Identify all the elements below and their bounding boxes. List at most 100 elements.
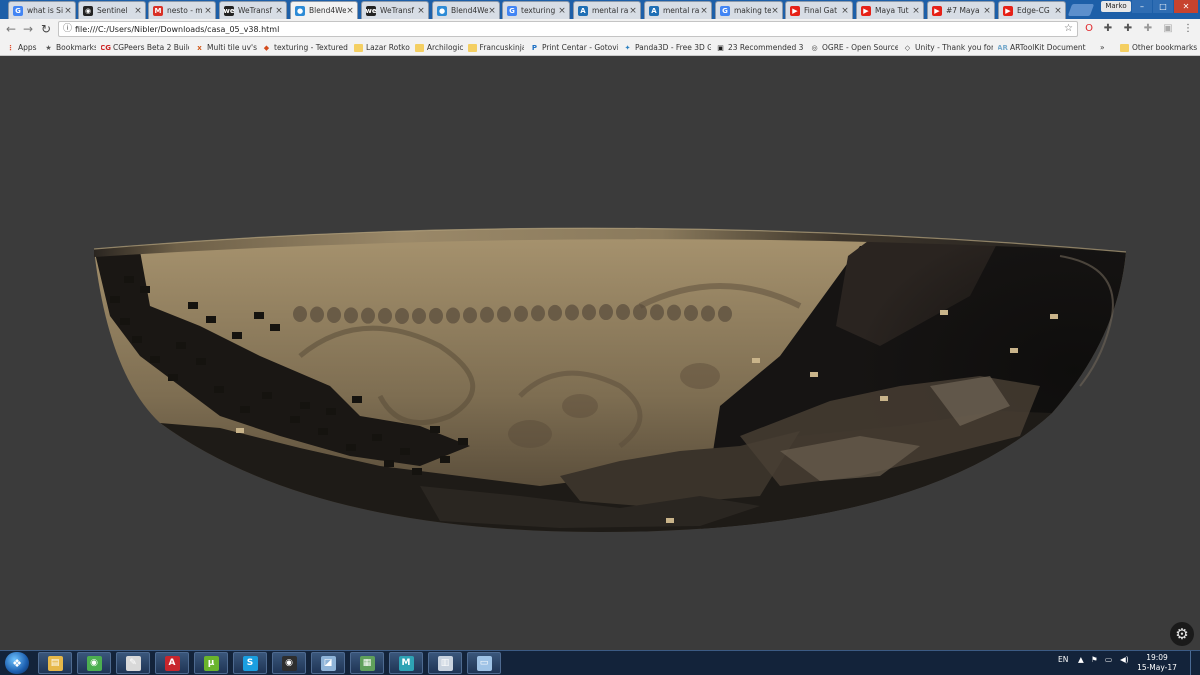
opera-extension-button[interactable]: O — [1083, 23, 1095, 35]
bookmark-2[interactable]: ★ Bookmarks — [44, 41, 96, 54]
bookmark-14[interactable]: AR ARToolKit Document — [998, 41, 1088, 54]
wetransfer-icon: we — [365, 5, 377, 16]
viewer-settings-button[interactable]: ⚙ — [1170, 622, 1194, 646]
taskbar-app-7[interactable]: ◉ — [272, 652, 306, 674]
maximize-button[interactable]: □ — [1153, 0, 1173, 13]
image-viewer-icon: ▦ — [359, 655, 375, 671]
extension-button-3[interactable]: ✚ — [1142, 23, 1154, 35]
tab-15[interactable]: ▶ Edge-CG × — [998, 1, 1066, 19]
bookmark-1[interactable]: ⋮ Apps — [6, 41, 40, 54]
new-tab-button[interactable] — [1067, 4, 1095, 16]
folder-icon — [468, 43, 477, 52]
network-icon[interactable]: ▭ — [1105, 655, 1112, 664]
close-tab-icon[interactable]: × — [771, 6, 779, 15]
close-tab-icon[interactable]: × — [417, 6, 425, 15]
close-tab-icon[interactable]: × — [275, 6, 283, 15]
tab-8[interactable]: Gtexturing × — [502, 1, 570, 19]
tab-14[interactable]: ▶ #7 Maya × — [927, 1, 995, 19]
system-clock[interactable]: 19:09 15-May-17 — [1136, 653, 1178, 673]
taskbar-app-6[interactable]: S — [233, 652, 267, 674]
bookmark-7[interactable]: Archilogic — [415, 41, 463, 54]
texture-dot — [650, 304, 664, 321]
tab-10[interactable]: Amental ra × — [644, 1, 712, 19]
extension-button-1[interactable]: ✚ — [1102, 23, 1114, 35]
bookmark-3[interactable]: CG CGPeers Beta 2 Build — [101, 41, 189, 54]
taskbar-app-5[interactable]: µ — [194, 652, 228, 674]
bookmark-label: Bookmarks — [56, 43, 96, 52]
address-bar[interactable]: ⓘ ☆ — [58, 21, 1078, 37]
bookmark-12[interactable]: ◎ OGRE - Open Source — [810, 41, 898, 54]
tab-13[interactable]: ▶ Maya Tut × — [856, 1, 924, 19]
tab-1[interactable]: Gwhat is Si × — [8, 1, 76, 19]
texture-dot — [565, 304, 579, 321]
taskbar-app-2[interactable]: ◉ — [77, 652, 111, 674]
close-tab-icon[interactable]: × — [558, 6, 566, 15]
close-tab-icon[interactable]: × — [346, 6, 354, 15]
taskbar-app-1[interactable]: ▤ — [38, 652, 72, 674]
taskbar-app-9[interactable]: ▦ — [350, 652, 384, 674]
bookmark-10[interactable]: ✦ Panda3D - Free 3D G — [623, 41, 711, 54]
tab-12[interactable]: ▶ Final Gat × — [785, 1, 853, 19]
star-icon[interactable]: ☆ — [1064, 23, 1073, 34]
close-tab-icon[interactable]: × — [488, 6, 496, 15]
minimize-button[interactable]: – — [1132, 0, 1152, 13]
tab-2[interactable]: ◉ Sentinel × — [78, 1, 146, 19]
taskbar-app-12[interactable]: ▭ — [467, 652, 501, 674]
tab-7[interactable]: ● Blend4We × — [432, 1, 500, 19]
taskbar-app-8[interactable]: ◪ — [311, 652, 345, 674]
close-tab-icon[interactable]: × — [64, 6, 72, 15]
tab-3[interactable]: Mnesto - m × — [148, 1, 216, 19]
flag-icon[interactable]: ⚑ — [1091, 655, 1098, 664]
reload-button[interactable]: ↻ — [39, 22, 53, 36]
close-tab-icon[interactable]: × — [841, 6, 849, 15]
bookmark-11[interactable]: ▣ 23 Recommended 3D — [716, 41, 804, 54]
start-button[interactable]: ❖ — [5, 652, 29, 674]
bookmark-5[interactable]: ◆ texturing - Textured — [262, 41, 348, 54]
youtube-icon: ▶ — [932, 5, 942, 16]
bookmarks-overflow-button[interactable]: » — [1100, 41, 1112, 54]
bookmark-6[interactable]: Lazar Rotko — [354, 41, 410, 54]
forward-button[interactable]: → — [21, 22, 35, 36]
close-tab-icon[interactable]: × — [204, 6, 212, 15]
bookmark-13[interactable]: ◇ Unity - Thank you for — [903, 41, 993, 54]
taskbar-app-3[interactable]: ✎ — [116, 652, 150, 674]
language-indicator[interactable]: EN — [1058, 655, 1068, 664]
webgl-viewport[interactable]: ⚙ — [0, 56, 1200, 650]
textured-bowl-model[interactable] — [0, 56, 1200, 650]
close-tab-icon[interactable]: × — [1054, 6, 1062, 15]
extension-button-2[interactable]: ✚ — [1122, 23, 1134, 35]
texture-highlight — [752, 358, 760, 363]
texture-block — [196, 358, 206, 365]
tab-11[interactable]: Gmaking te × — [715, 1, 783, 19]
tab-4[interactable]: we WeTransf × — [219, 1, 287, 19]
close-tab-icon[interactable]: × — [629, 6, 637, 15]
close-tab-icon[interactable]: × — [983, 6, 991, 15]
tab-5[interactable]: ● Blend4We × — [290, 1, 358, 19]
url-input[interactable] — [75, 23, 1035, 35]
extension-button-4[interactable]: ▣ — [1162, 23, 1174, 35]
chevron-up-icon[interactable]: ▲ — [1078, 655, 1084, 664]
texture-block — [132, 336, 142, 343]
close-tab-icon[interactable]: × — [700, 6, 708, 15]
texture-dot — [463, 307, 477, 324]
bookmark-15[interactable]: Other bookmarks — [1120, 41, 1198, 54]
taskbar-app-10[interactable]: M — [389, 652, 423, 674]
bookmark-4[interactable]: x Multi tile uv's — [195, 41, 257, 54]
browser-menu-button[interactable]: ⋮ — [1182, 23, 1194, 35]
volume-icon[interactable]: ◀) — [1120, 655, 1129, 664]
close-tab-icon[interactable]: × — [134, 6, 142, 15]
tab-9[interactable]: Amental ra × — [573, 1, 641, 19]
tab-6[interactable]: we WeTransf × — [361, 1, 429, 19]
back-button[interactable]: ← — [4, 22, 18, 36]
bookmark-8[interactable]: Francuskinja — [468, 41, 524, 54]
close-tab-icon[interactable]: × — [912, 6, 920, 15]
bookmark-9[interactable]: P Print Centar - Gotovi — [530, 41, 618, 54]
texture-dot — [582, 304, 596, 321]
close-window-button[interactable]: ✕ — [1174, 0, 1198, 13]
profile-button[interactable]: Marko — [1101, 1, 1131, 12]
taskbar-app-4[interactable]: A — [155, 652, 189, 674]
show-desktop-button[interactable] — [1190, 651, 1200, 675]
texture-dot — [548, 304, 562, 321]
taskbar-app-11[interactable]: ▥ — [428, 652, 462, 674]
print-centar-icon: P — [531, 43, 538, 52]
